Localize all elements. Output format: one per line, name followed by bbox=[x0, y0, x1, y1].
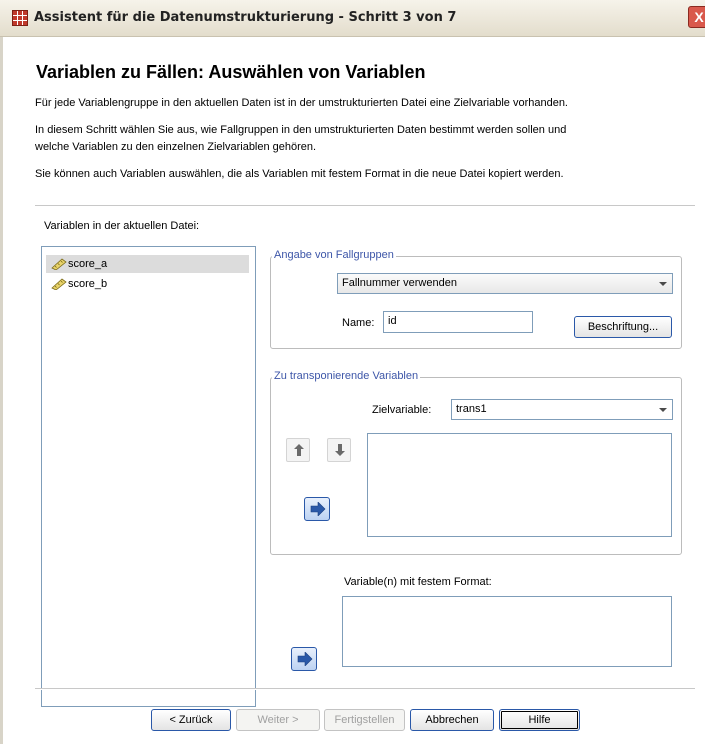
next-button[interactable]: Weiter > bbox=[236, 709, 320, 731]
fixed-format-label: Variable(n) mit festem Format: bbox=[344, 576, 492, 588]
footer-separator bbox=[35, 688, 695, 690]
arrow-up-icon bbox=[294, 444, 304, 456]
label-button[interactable]: Beschriftung... bbox=[574, 316, 672, 338]
back-button[interactable]: < Zurück bbox=[151, 709, 231, 731]
window-title: Assistent für die Datenumstrukturierung … bbox=[34, 10, 457, 25]
header-separator bbox=[35, 205, 695, 207]
name-field[interactable]: id bbox=[383, 311, 533, 333]
case-group-method-dropdown[interactable]: Fallnummer verwenden bbox=[337, 273, 673, 294]
name-label: Name: bbox=[342, 317, 375, 329]
target-variable-dropdown[interactable]: trans1 bbox=[451, 399, 673, 420]
page-title: Variablen zu Fällen: Auswählen von Varia… bbox=[36, 62, 426, 82]
description-2-line-1: In diesem Schritt wählen Sie aus, wie Fa… bbox=[35, 124, 567, 136]
transpose-legend: Zu transponierende Variablen bbox=[272, 370, 421, 382]
move-to-transpose-button[interactable] bbox=[304, 497, 330, 521]
arrow-right-icon bbox=[310, 502, 326, 516]
chevron-down-icon bbox=[659, 408, 667, 412]
move-down-button[interactable] bbox=[327, 438, 351, 462]
transpose-variable-list[interactable] bbox=[367, 433, 672, 537]
chevron-down-icon bbox=[659, 282, 667, 286]
arrow-down-icon bbox=[335, 444, 345, 456]
title-bar: Assistent für die Datenumstrukturierung … bbox=[0, 0, 705, 37]
move-up-button[interactable] bbox=[286, 438, 310, 462]
dropdown-value: trans1 bbox=[456, 403, 487, 415]
source-list-label: Variablen in der aktuellen Datei: bbox=[44, 220, 200, 232]
help-button[interactable]: Hilfe bbox=[499, 709, 580, 731]
list-item[interactable]: score_b bbox=[46, 275, 249, 293]
dropdown-value: Fallnummer verwenden bbox=[342, 277, 457, 289]
move-to-fixed-button[interactable] bbox=[291, 647, 317, 671]
list-item-label: score_a bbox=[68, 258, 108, 270]
case-group-legend: Angabe von Fallgruppen bbox=[272, 249, 396, 261]
finish-button[interactable]: Fertigstellen bbox=[324, 709, 405, 731]
description-2-line-2: welche Variablen zu den einzelnen Zielva… bbox=[35, 141, 317, 153]
fixed-format-list[interactable] bbox=[342, 596, 672, 667]
ruler-icon bbox=[51, 258, 67, 270]
description-3: Sie können auch Variablen auswählen, die… bbox=[35, 168, 564, 180]
list-item[interactable]: score_a bbox=[46, 255, 249, 273]
window-frame bbox=[0, 36, 3, 744]
arrow-right-icon bbox=[297, 652, 313, 666]
description-1: Für jede Variablengruppe in den aktuelle… bbox=[35, 97, 568, 109]
target-variable-label: Zielvariable: bbox=[372, 404, 432, 416]
cancel-button[interactable]: Abbrechen bbox=[410, 709, 494, 731]
source-variable-list[interactable]: score_a score_b bbox=[41, 246, 256, 707]
list-item-label: score_b bbox=[68, 278, 108, 290]
ruler-icon bbox=[51, 278, 67, 290]
spss-grid-icon bbox=[12, 10, 28, 26]
close-button[interactable]: X bbox=[688, 6, 705, 28]
